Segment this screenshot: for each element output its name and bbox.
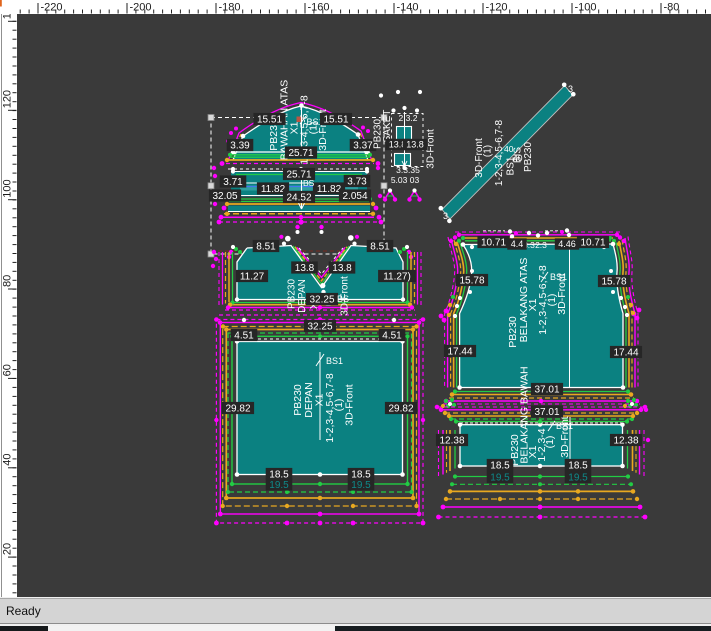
svg-text:80: 80	[2, 275, 14, 287]
svg-text:BS1: BS1	[326, 356, 343, 366]
svg-text:10.71: 10.71	[481, 237, 506, 248]
svg-text:PB230: PB230	[287, 279, 298, 309]
svg-text:-180: -180	[219, 2, 241, 14]
svg-text:17.44: 17.44	[613, 347, 638, 358]
svg-text:4.4: 4.4	[511, 239, 524, 249]
svg-text:13.8: 13.8	[406, 140, 424, 150]
svg-text:29.82: 29.82	[388, 403, 413, 414]
svg-text:37.01: 37.01	[534, 407, 559, 418]
svg-text:19.5: 19.5	[351, 480, 371, 491]
svg-text:-120: -120	[486, 2, 508, 14]
svg-text:32.25: 32.25	[309, 294, 334, 305]
svg-text:-140: -140	[397, 2, 419, 14]
svg-text:19.5: 19.5	[490, 472, 510, 483]
svg-text:25.71: 25.71	[288, 148, 313, 159]
svg-text:PB230: PB230	[523, 142, 534, 172]
svg-text:2.3: 2.3	[535, 240, 547, 250]
svg-text:-80: -80	[664, 2, 680, 14]
svg-text:60: 60	[2, 364, 14, 376]
svg-text:11.27): 11.27)	[383, 271, 411, 282]
svg-text:4.51: 4.51	[234, 330, 254, 341]
svg-text:3.71: 3.71	[223, 177, 243, 188]
svg-text:3.3.35: 3.3.35	[396, 165, 420, 175]
svg-text:13.8: 13.8	[295, 263, 315, 274]
svg-text:(1): (1)	[544, 436, 556, 449]
svg-text:40: 40	[2, 454, 14, 466]
svg-text:12.38: 12.38	[613, 435, 638, 446]
svg-text:11.82: 11.82	[317, 184, 342, 195]
svg-text:15.78: 15.78	[459, 275, 484, 286]
svg-text:(1): (1)	[483, 145, 494, 157]
svg-text:11.27: 11.27	[240, 271, 265, 282]
svg-text:BS: BS	[337, 294, 349, 304]
svg-text:SAKET: SAKET	[382, 110, 393, 143]
svg-text:-220: -220	[41, 2, 63, 14]
svg-text:32.05: 32.05	[212, 191, 237, 202]
svg-text:3.39: 3.39	[230, 140, 250, 151]
svg-text:3.73: 3.73	[347, 176, 367, 187]
svg-text:3D-Front: 3D-Front	[344, 384, 356, 426]
svg-text:15.51: 15.51	[257, 114, 282, 125]
svg-text:32.25: 32.25	[307, 321, 332, 332]
svg-text:19.5: 19.5	[568, 472, 588, 483]
svg-text:2.3.2: 2.3.2	[399, 113, 418, 123]
svg-text:24.52: 24.52	[286, 192, 311, 203]
svg-text:-100: -100	[575, 2, 597, 14]
svg-text:5.03 03: 5.03 03	[391, 175, 420, 185]
svg-text:3D-Front: 3D-Front	[556, 273, 568, 315]
svg-text:11.82: 11.82	[261, 184, 286, 195]
svg-text:19.5: 19.5	[269, 480, 289, 491]
svg-text:17.44: 17.44	[447, 346, 472, 357]
svg-text:12.38: 12.38	[439, 435, 464, 446]
svg-text:3: 3	[568, 84, 573, 94]
svg-text:18.5: 18.5	[490, 460, 510, 471]
svg-text:-160: -160	[308, 2, 330, 14]
svg-text:8.51: 8.51	[256, 241, 276, 252]
svg-text:120: 120	[2, 90, 14, 108]
svg-text:2.054: 2.054	[342, 191, 367, 202]
svg-text:15.51: 15.51	[323, 114, 348, 125]
svg-text:40: 40	[513, 153, 523, 163]
svg-text:37.01: 37.01	[534, 384, 559, 395]
svg-text:20: 20	[2, 543, 14, 555]
svg-text:3D-Front: 3D-Front	[559, 416, 571, 458]
svg-text:-200: -200	[130, 2, 152, 14]
svg-text:29.82: 29.82	[225, 403, 250, 414]
svg-text:4.51: 4.51	[382, 330, 402, 341]
svg-text:8.51: 8.51	[370, 241, 390, 252]
svg-text:3.37: 3.37	[353, 140, 373, 151]
svg-text:3: 3	[443, 211, 448, 221]
svg-text:10.71: 10.71	[580, 237, 605, 248]
svg-text:100: 100	[2, 179, 14, 197]
svg-text:BS: BS	[303, 178, 315, 188]
svg-text:18.5: 18.5	[568, 460, 588, 471]
svg-text:140: 140	[2, 14, 14, 19]
svg-text:15.78: 15.78	[601, 276, 626, 287]
svg-text:4.46: 4.46	[558, 239, 576, 249]
svg-text:13.8: 13.8	[332, 263, 352, 274]
